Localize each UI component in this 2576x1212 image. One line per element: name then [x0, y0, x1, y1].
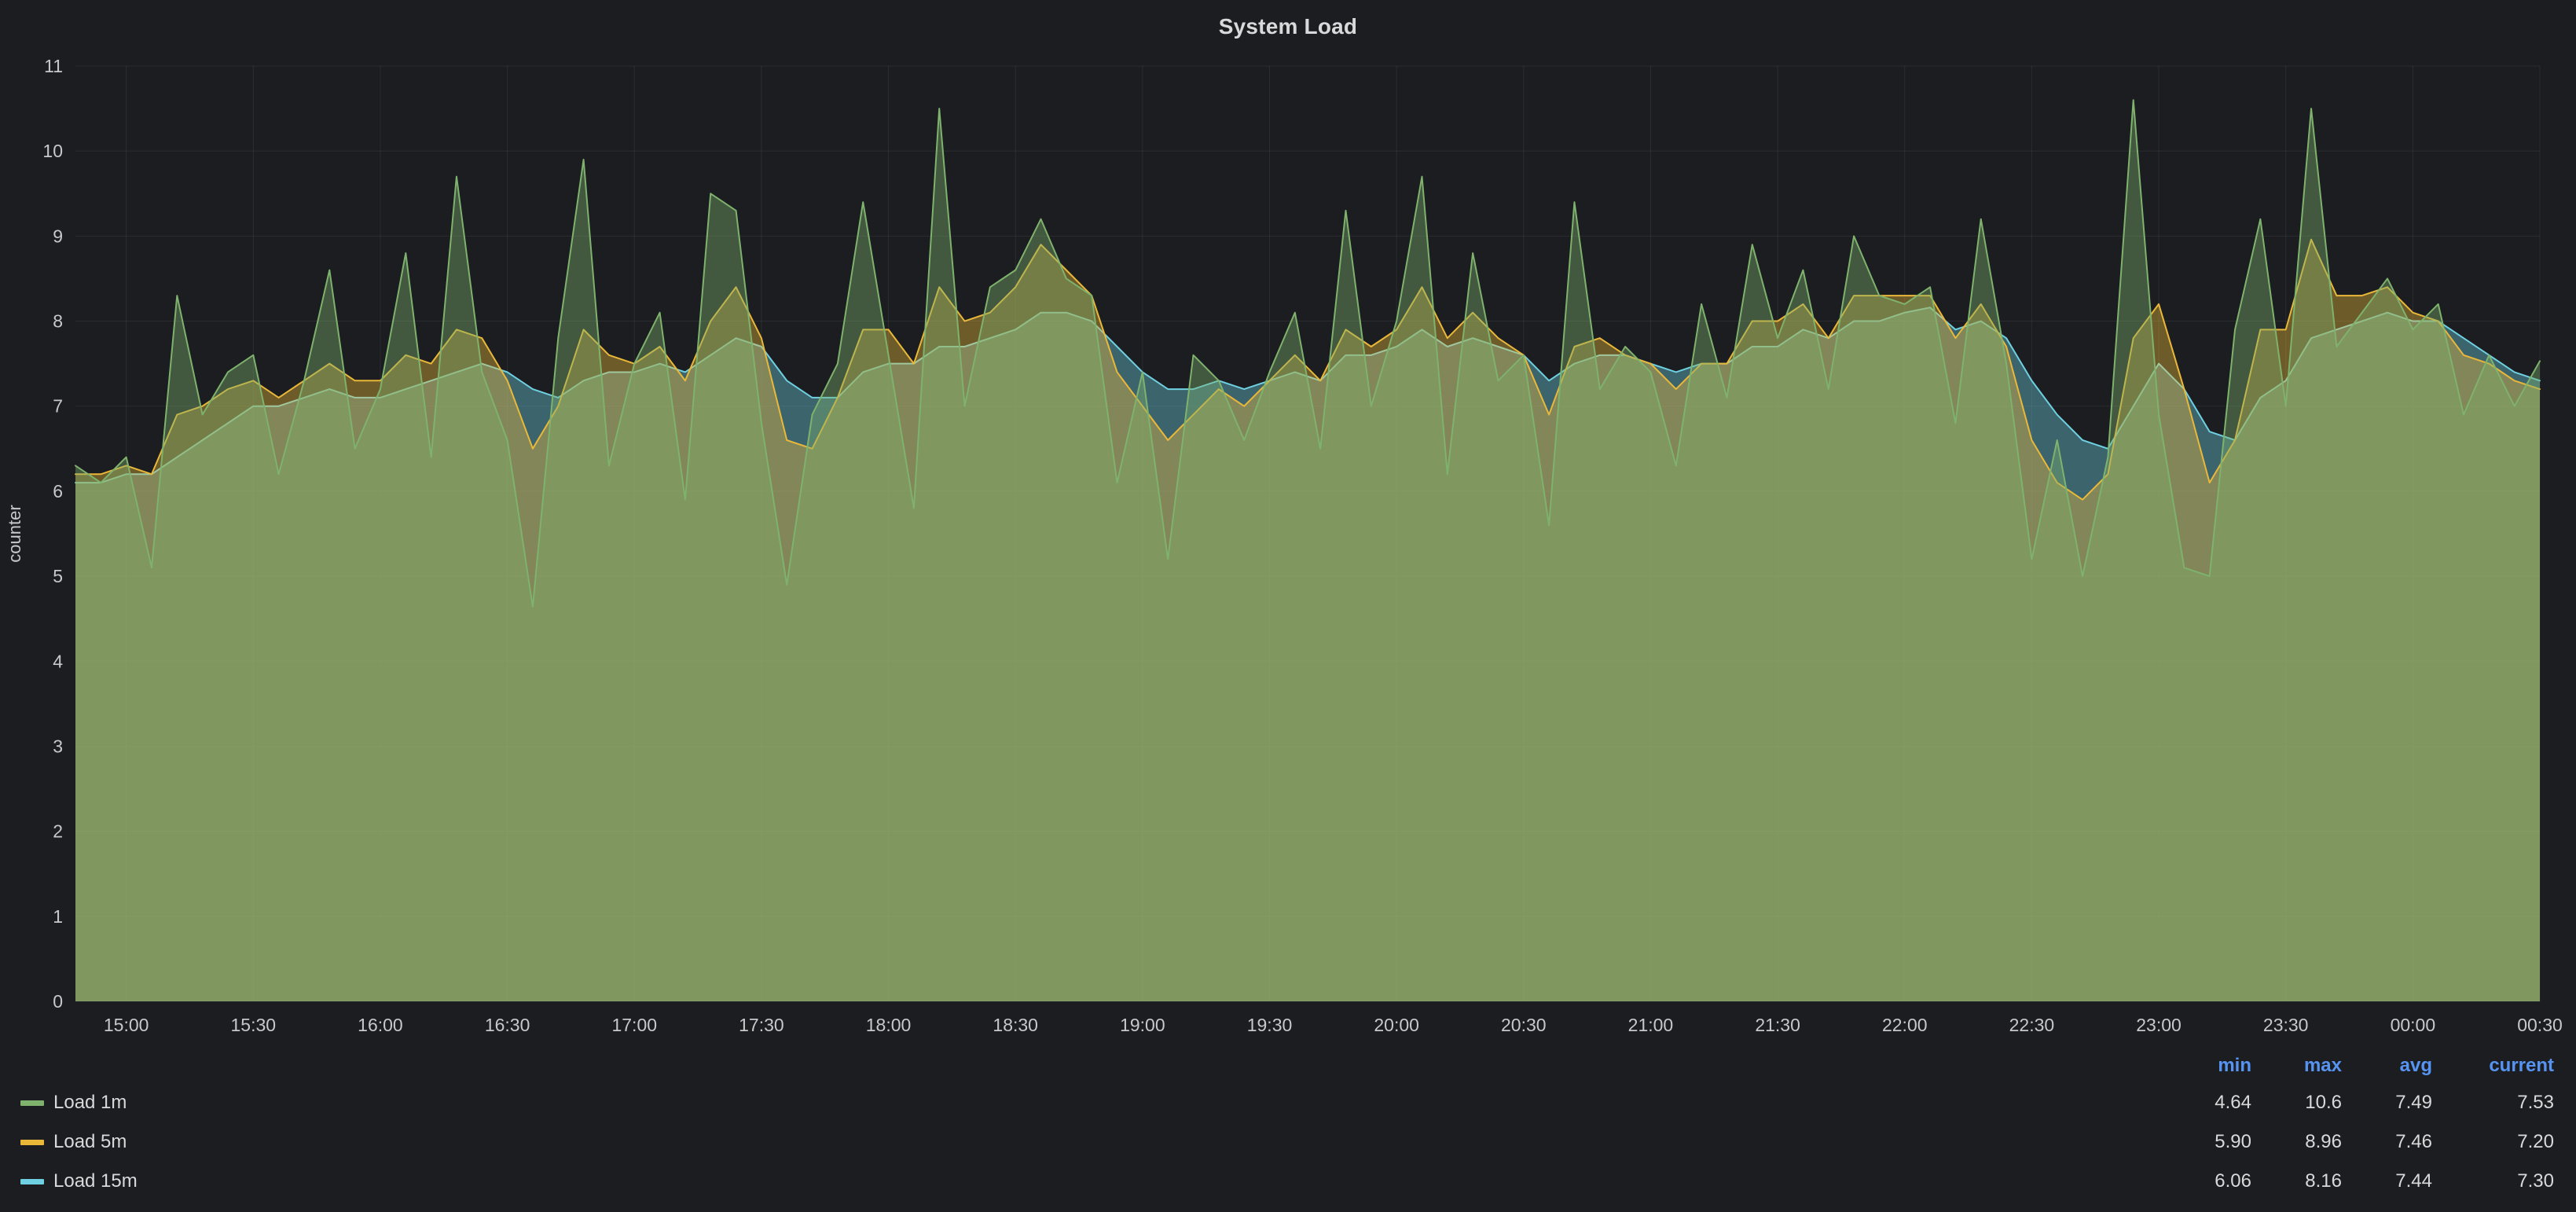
legend-current-load-1m: 7.53 — [2437, 1083, 2559, 1122]
svg-text:9: 9 — [53, 226, 63, 246]
legend-col-avg[interactable]: avg — [2347, 1049, 2437, 1083]
series-color-swatch-load-5m — [20, 1140, 44, 1145]
legend-label-load-15m: Load 15m — [53, 1170, 138, 1192]
svg-text:22:00: 22:00 — [1882, 1015, 1928, 1035]
legend-max-load-5m: 8.96 — [2256, 1122, 2347, 1162]
legend-min-load-5m: 5.90 — [2166, 1122, 2256, 1162]
legend-col-current[interactable]: current — [2437, 1049, 2559, 1083]
svg-text:16:30: 16:30 — [485, 1015, 530, 1035]
svg-text:21:30: 21:30 — [1755, 1015, 1800, 1035]
svg-text:10: 10 — [42, 141, 63, 161]
svg-text:17:30: 17:30 — [739, 1015, 784, 1035]
legend: min max avg current Load 1m 4.64 10.6 7.… — [0, 1047, 2576, 1212]
svg-text:17:00: 17:00 — [611, 1015, 657, 1035]
legend-col-min[interactable]: min — [2166, 1049, 2256, 1083]
svg-text:00:30: 00:30 — [2517, 1015, 2563, 1035]
legend-current-load-15m: 7.30 — [2437, 1162, 2559, 1201]
svg-text:2: 2 — [53, 821, 63, 842]
svg-text:16:00: 16:00 — [358, 1015, 403, 1035]
legend-avg-load-15m: 7.44 — [2347, 1162, 2437, 1201]
svg-text:0: 0 — [53, 991, 63, 1012]
panel-title: System Load — [0, 0, 2576, 53]
legend-max-load-1m: 10.6 — [2256, 1083, 2347, 1122]
graph-panel: System Load 0 1 2 3 4 5 6 7 8 9 10 11 15:00 15:30 16:0… — [0, 0, 2576, 1212]
svg-text:5: 5 — [53, 566, 63, 586]
legend-header-spacer — [20, 1049, 2166, 1083]
svg-text:00:00: 00:00 — [2391, 1015, 2436, 1035]
svg-text:15:00: 15:00 — [104, 1015, 149, 1035]
svg-text:counter: counter — [5, 505, 24, 562]
legend-min-load-15m: 6.06 — [2166, 1162, 2256, 1201]
legend-min-load-1m: 4.64 — [2166, 1083, 2256, 1122]
legend-avg-load-1m: 7.49 — [2347, 1083, 2437, 1122]
svg-text:23:30: 23:30 — [2263, 1015, 2309, 1035]
svg-text:7: 7 — [53, 396, 63, 417]
svg-text:22:30: 22:30 — [2009, 1015, 2055, 1035]
legend-max-load-15m: 8.16 — [2256, 1162, 2347, 1201]
legend-label-load-5m: Load 5m — [53, 1131, 127, 1153]
svg-text:6: 6 — [53, 481, 63, 501]
series-color-swatch-load-15m — [20, 1179, 44, 1184]
svg-text:11: 11 — [44, 56, 63, 76]
svg-text:8: 8 — [53, 311, 63, 332]
legend-label-load-1m: Load 1m — [53, 1092, 127, 1114]
svg-text:18:30: 18:30 — [993, 1015, 1038, 1035]
svg-text:20:00: 20:00 — [1374, 1015, 1419, 1035]
chart-svg: 0 1 2 3 4 5 6 7 8 9 10 11 15:00 15:30 16:00 16:30 17:00 1… — [0, 53, 2576, 1047]
svg-text:19:30: 19:30 — [1247, 1015, 1293, 1035]
svg-text:15:30: 15:30 — [231, 1015, 277, 1035]
legend-current-load-5m: 7.20 — [2437, 1122, 2559, 1162]
svg-text:4: 4 — [53, 651, 63, 671]
svg-text:21:00: 21:00 — [1628, 1015, 1674, 1035]
svg-text:18:00: 18:00 — [866, 1015, 912, 1035]
series-color-swatch-load-1m — [20, 1100, 44, 1106]
svg-text:1: 1 — [53, 906, 63, 927]
svg-text:20:30: 20:30 — [1501, 1015, 1547, 1035]
legend-item-load-1m[interactable]: Load 1m — [20, 1083, 2166, 1122]
legend-col-max[interactable]: max — [2256, 1049, 2347, 1083]
legend-item-load-15m[interactable]: Load 15m — [20, 1162, 2166, 1201]
svg-text:19:00: 19:00 — [1120, 1015, 1165, 1035]
svg-text:23:00: 23:00 — [2136, 1015, 2182, 1035]
legend-item-load-5m[interactable]: Load 5m — [20, 1122, 2166, 1162]
chart-plot[interactable]: 0 1 2 3 4 5 6 7 8 9 10 11 15:00 15:30 16:00 16:30 17:00 1… — [0, 53, 2576, 1047]
legend-avg-load-5m: 7.46 — [2347, 1122, 2437, 1162]
svg-text:3: 3 — [53, 736, 63, 756]
